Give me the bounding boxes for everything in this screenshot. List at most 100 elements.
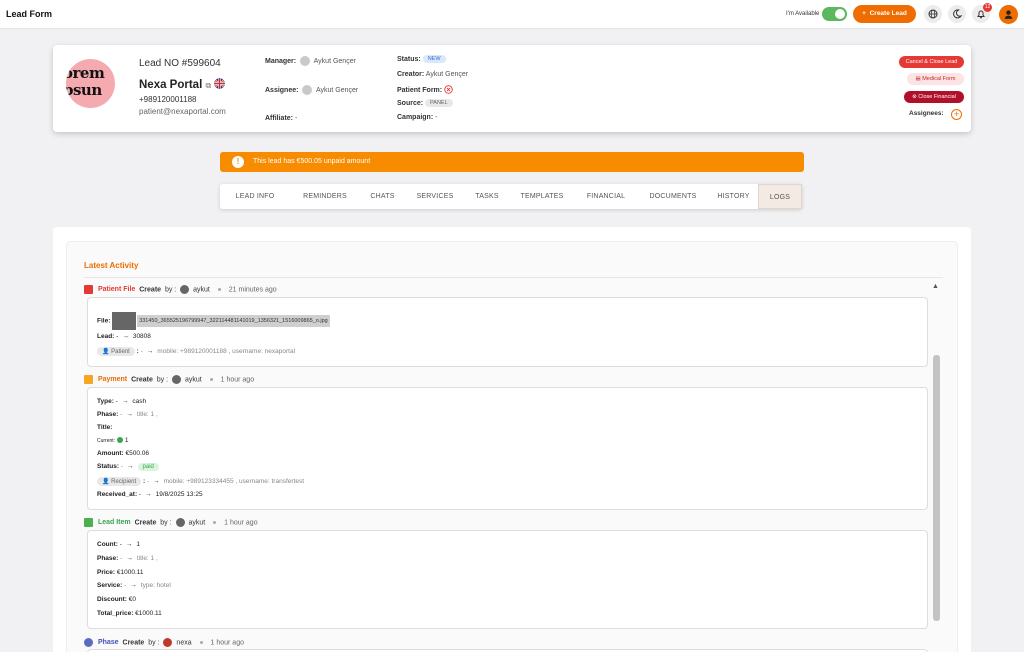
status-from: - — [120, 463, 124, 470]
external-link-icon[interactable]: ⧉ — [205, 81, 211, 90]
file-name[interactable]: 331450_365525196799947_322114481141019_1… — [137, 315, 330, 327]
plus-icon: + — [953, 109, 960, 119]
person-icon — [302, 85, 313, 95]
phase-icon — [84, 638, 93, 647]
service-to: type: hotel — [140, 582, 171, 589]
price-row: Price: €1000.11 — [97, 569, 144, 576]
lead-tabs: LEAD INFO REMINDERS CHATS SERVICES TASKS… — [220, 184, 802, 209]
separator-dot — [209, 378, 213, 381]
received-from: - — [138, 491, 142, 498]
tab-history[interactable]: HISTORY — [709, 184, 758, 209]
manager-value[interactable]: Aykut Gençer — [314, 58, 356, 65]
assignee-row: Assignee: Aykut Gençer — [265, 85, 358, 95]
title-row: Title: — [97, 424, 112, 431]
type-from: - — [115, 398, 118, 405]
tab-tasks[interactable]: TASKS — [465, 184, 509, 209]
count-to: 1 — [136, 541, 141, 548]
tab-documents[interactable]: DOCUMENTS — [637, 184, 709, 209]
status-label: Status: — [397, 55, 421, 63]
language-button[interactable] — [924, 5, 942, 23]
patient-chip: 👤 Patient — [97, 347, 135, 356]
price-label: Price: — [97, 569, 116, 576]
type-to: cash — [132, 398, 147, 405]
close-circle-icon: ⊗ — [912, 94, 917, 100]
user-icon — [175, 518, 185, 527]
close-financial-button[interactable]: ⊗ Close Financial — [904, 91, 964, 103]
discount-row: Discount: €0 — [97, 596, 136, 603]
status-row: Status: NEW — [397, 55, 446, 63]
arrow-right-icon: → — [146, 348, 154, 355]
user-avatar-icon — [163, 638, 173, 647]
creator-label: Creator: — [397, 71, 425, 78]
close-circle-icon[interactable] — [444, 85, 453, 94]
count-row: Count: - → 1 — [97, 541, 140, 548]
lead-to: 30808 — [132, 333, 151, 340]
add-assignee-button[interactable]: + — [951, 109, 962, 120]
affiliate-value: - — [294, 115, 298, 122]
availability-toggle[interactable] — [822, 7, 847, 21]
divider — [84, 277, 943, 278]
arrow-right-icon: → — [126, 555, 133, 562]
recipient-row: 👤 Recipient : - → mobile: +989123334455 , … — [97, 477, 304, 486]
person-icon — [300, 56, 311, 66]
tab-reminders[interactable]: REMINDERS — [290, 184, 360, 209]
file-thumbnail[interactable] — [112, 312, 137, 330]
scrollbar-thumb[interactable] — [933, 355, 940, 621]
assignee-label: Assignee: — [265, 86, 299, 94]
lead-email: patient@nexaportal.com — [139, 107, 226, 116]
list-icon — [84, 518, 93, 527]
tab-logs[interactable]: LOGS — [758, 184, 802, 209]
lead-name-row: Nexa Portal ⧉ — [139, 78, 226, 91]
arrow-right-icon: → — [122, 333, 129, 340]
amount-row: Amount: €500.06 — [97, 450, 149, 457]
tab-templates[interactable]: TEMPLATES — [509, 184, 575, 209]
tab-chats[interactable]: CHATS — [360, 184, 405, 209]
unpaid-alert: ! This lead has €500.05 unpaid amount — [220, 152, 804, 172]
tab-lead-info[interactable]: LEAD INFO — [220, 184, 290, 209]
theme-toggle-button[interactable] — [948, 5, 966, 23]
page-title: Lead Form — [6, 9, 53, 19]
service-row: Service: - → type: hotel — [97, 582, 171, 589]
affiliate-row: Affiliate: - — [265, 115, 297, 122]
price-value: €1000.11 — [116, 569, 144, 576]
arrow-right-icon: → — [125, 541, 133, 548]
activity-type: Payment — [97, 376, 128, 384]
tab-financial[interactable]: FINANCIAL — [575, 184, 637, 209]
top-bar: Lead Form I'm Available + Create Lead 12 — [0, 0, 1024, 29]
status-row: Status: - → paid — [97, 463, 159, 471]
discount-label: Discount: — [97, 596, 127, 603]
file-icon — [84, 285, 93, 294]
status-dot-icon — [116, 437, 123, 444]
lead-row: Lead: - → 30808 — [97, 333, 151, 340]
create-lead-button[interactable]: + Create Lead — [853, 5, 916, 23]
patient-chip-label: Patient — [111, 349, 130, 355]
phase-row: Phase: - → title: 1 , — [97, 411, 158, 418]
activity-detail-box: Count: - → 1 Phase: - → title: 1 , Price: €1… — [87, 530, 928, 629]
activity-user: aykut — [188, 519, 206, 527]
assignee-value[interactable]: Aykut Gençer — [316, 87, 358, 94]
user-menu-button[interactable] — [999, 5, 1018, 24]
cancel-close-lead-button[interactable]: Cancel & Close Lead — [899, 56, 964, 68]
affiliate-label: Affiliate: — [265, 115, 293, 122]
lead-phone: +989120001188 — [139, 95, 197, 104]
notifications-button[interactable]: 12 — [972, 3, 992, 23]
service-from: - — [124, 582, 127, 589]
recipient-detail: mobile: +989123334455 , username: transf… — [163, 478, 305, 485]
recipient-chip-label: Recipient — [111, 479, 137, 485]
patient-row: 👤 Patient : - → mobile: +989120001188 , us… — [97, 347, 295, 356]
phase-row: Phase: - → title: 1 , — [97, 555, 158, 562]
medical-form-button[interactable]: ▤ Medical Form — [907, 73, 964, 85]
lead-label: Lead: — [97, 333, 115, 340]
separator-dot — [199, 641, 203, 644]
scroll-up-icon[interactable]: ▲ — [932, 283, 939, 290]
activity-header: Patient File Create by : aykut 21 minute… — [84, 285, 277, 294]
recipient-chip: 👤 Recipient — [97, 477, 142, 486]
create-lead-label: Create Lead — [869, 10, 907, 17]
phase-to: title: 1 , — [136, 555, 158, 562]
phase-to: title: 1 , — [136, 411, 158, 418]
activity-by-label: by : — [164, 286, 177, 294]
activity-detail-box: File: 331450_365525196799947_32211448114… — [87, 297, 928, 367]
medical-form-label: Medical Form — [922, 76, 956, 82]
title-label: Title: — [97, 424, 113, 431]
tab-services[interactable]: SERVICES — [405, 184, 465, 209]
